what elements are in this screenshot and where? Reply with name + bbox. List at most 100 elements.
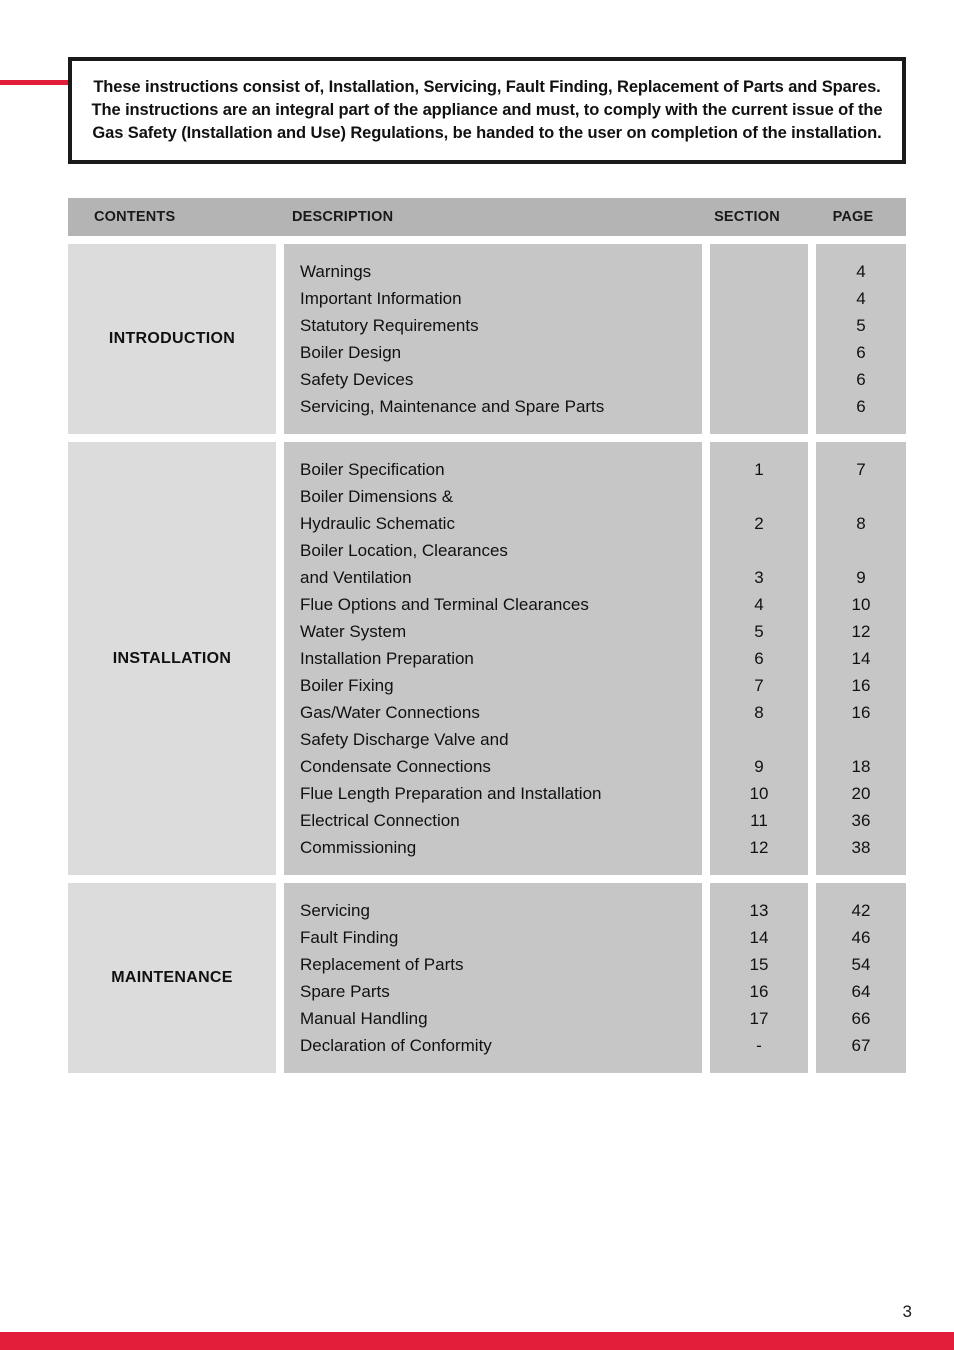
section-number: 12	[749, 838, 769, 857]
toc-header-description-label: DESCRIPTION	[292, 209, 394, 225]
page-number-value: 6	[856, 370, 866, 389]
section-number: 10	[749, 784, 769, 803]
toc-header-section-label: SECTION	[714, 209, 780, 225]
toc-header-row: CONTENTS DESCRIPTION SECTION PAGE	[68, 198, 906, 236]
toc-group-section-cell: 13 14 15 16 17 -	[710, 883, 808, 1073]
section-number: 1	[754, 460, 764, 479]
toc-group-section-cell: 1 2 3 4 5 6 7 8 9 10 11 12	[710, 442, 808, 875]
page-number-value: 20	[851, 784, 871, 803]
page-number-value: 16	[851, 703, 871, 722]
list-item: Commissioning	[300, 838, 417, 857]
toc-header-description: DESCRIPTION	[276, 208, 694, 226]
section-number: 4	[754, 595, 764, 614]
page-number-value: 6	[856, 343, 866, 362]
section-number	[710, 339, 808, 366]
list-item: Boiler Location, Clearances	[300, 541, 508, 560]
page-number-value: 38	[851, 838, 871, 857]
list-item: Flue Length Preparation and Installation	[300, 784, 602, 803]
toc-group-title-cell: INSTALLATION	[68, 442, 276, 875]
page-number-value: 14	[851, 649, 871, 668]
footer-accent-bar	[0, 1332, 954, 1350]
page-number-value: 42	[851, 901, 871, 920]
list-item: Servicing, Maintenance and Spare Parts	[300, 397, 605, 416]
page-number-value: 10	[851, 595, 871, 614]
list-item: Water System	[300, 622, 407, 641]
page-number-value: 7	[856, 460, 866, 479]
list-item: Servicing	[300, 901, 370, 920]
page-number-value: 9	[856, 568, 866, 587]
list-item: Warnings	[300, 262, 372, 281]
section-number: 9	[754, 757, 764, 776]
page-number-value: 12	[851, 622, 871, 641]
page-number: 3	[902, 1302, 912, 1321]
table-row: MAINTENANCE Servicing Fault Finding Repl…	[68, 883, 906, 1073]
section-number: 14	[749, 928, 769, 947]
page-number-value: 18	[851, 757, 871, 776]
toc-group-title-cell: MAINTENANCE	[68, 883, 276, 1073]
page-number-value: 4	[856, 262, 866, 281]
toc-group-title-cell: INTRODUCTION	[68, 244, 276, 434]
section-number: 15	[749, 955, 769, 974]
toc-group-description-cell: Warnings Important Information Statutory…	[284, 244, 702, 434]
list-item: Boiler Design	[300, 343, 402, 362]
list-item: Spare Parts	[300, 982, 390, 1001]
section-number	[710, 726, 808, 753]
section-number: 13	[749, 901, 769, 920]
section-number: -	[756, 1036, 762, 1055]
toc-header-contents: CONTENTS	[68, 208, 276, 226]
section-number: 6	[754, 649, 764, 668]
page-number-value: 67	[851, 1036, 871, 1055]
toc-group-page-cell: 7 8 9 10 12 14 16 16 18 20 36 38	[816, 442, 906, 875]
list-item: Flue Options and Terminal Clearances	[300, 595, 589, 614]
table-of-contents: CONTENTS DESCRIPTION SECTION PAGE INTROD…	[68, 198, 906, 1073]
list-item: and Ventilation	[300, 568, 412, 587]
page-number-value: 6	[856, 397, 866, 416]
toc-group-page-cell: 4 4 5 6 6 6	[816, 244, 906, 434]
list-item: Condensate Connections	[300, 757, 491, 776]
section-number: 7	[754, 676, 764, 695]
list-item: Safety Devices	[300, 370, 414, 389]
toc-group-page-cell: 42 46 54 64 66 67	[816, 883, 906, 1073]
toc-group-title: INTRODUCTION	[108, 330, 236, 347]
section-number	[710, 537, 808, 564]
section-number	[710, 393, 808, 420]
page-number-value	[816, 537, 906, 564]
page-number-value: 36	[851, 811, 871, 830]
list-item: Hydraulic Schematic	[300, 514, 455, 533]
section-number: 16	[749, 982, 769, 1001]
section-number	[710, 312, 808, 339]
page-number-value: 4	[856, 289, 866, 308]
table-row: INTRODUCTION Warnings Important Informat…	[68, 244, 906, 434]
section-number: 8	[754, 703, 764, 722]
section-number: 2	[754, 514, 764, 533]
toc-group-title: INSTALLATION	[112, 649, 232, 667]
list-item: Gas/Water Connections	[300, 703, 480, 722]
list-item: Boiler Specification	[300, 460, 445, 479]
page-number-value	[816, 483, 906, 510]
table-row: INSTALLATION Boiler Specification Boiler…	[68, 442, 906, 875]
accent-rule-top-left	[0, 80, 69, 85]
page-number-value	[816, 726, 906, 753]
toc-header-page-label: PAGE	[832, 209, 874, 225]
list-item: Important Information	[300, 289, 462, 308]
page-number-value: 64	[851, 982, 871, 1001]
section-number	[710, 483, 808, 510]
section-number	[710, 366, 808, 393]
list-item: Safety Discharge Valve and	[300, 730, 509, 749]
section-number: 17	[749, 1009, 769, 1028]
page-number-value: 54	[851, 955, 871, 974]
list-item: Electrical Connection	[300, 811, 460, 830]
list-item: Boiler Fixing	[300, 676, 394, 695]
list-item: Boiler Dimensions &	[300, 487, 454, 506]
toc-group-description-cell: Boiler Specification Boiler Dimensions &…	[284, 442, 702, 875]
list-item: Statutory Requirements	[300, 316, 479, 335]
notice-box: These instructions consist of, Installat…	[68, 57, 906, 164]
page-number-value: 5	[856, 316, 866, 335]
toc-header-page: PAGE	[800, 208, 906, 226]
section-number	[710, 285, 808, 312]
section-number: 5	[754, 622, 764, 641]
toc-group-title: MAINTENANCE	[111, 969, 233, 986]
toc-header-section: SECTION	[694, 208, 800, 226]
toc-group-description-cell: Servicing Fault Finding Replacement of P…	[284, 883, 702, 1073]
page-number-value: 8	[856, 514, 866, 533]
